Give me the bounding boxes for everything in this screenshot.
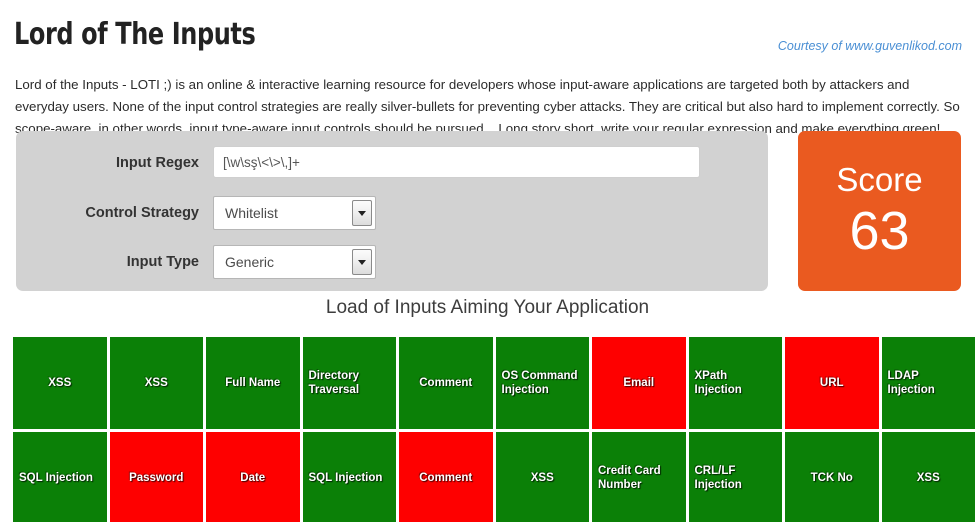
- form-row-input-type: Input Type Generic: [16, 245, 768, 279]
- input-type-value: Generic: [225, 254, 275, 270]
- courtesy-link[interactable]: Courtesy of www.guvenlikod.com: [778, 39, 962, 53]
- page-root: Lord of The Inputs Courtesy of www.guven…: [0, 0, 975, 522]
- input-result-cell[interactable]: XSS: [13, 337, 107, 429]
- input-regex-field[interactable]: [213, 146, 700, 178]
- input-result-cell[interactable]: Date: [206, 432, 300, 522]
- input-result-label: Comment: [419, 472, 473, 484]
- input-result-label: XSS: [916, 472, 940, 484]
- input-result-cell[interactable]: SQL Injection: [13, 432, 107, 522]
- input-result-cell[interactable]: URL: [785, 337, 879, 429]
- input-result-label: Comment: [419, 377, 473, 389]
- input-result-label: XPath Injection: [694, 370, 742, 396]
- input-regex-label: Input Regex: [116, 155, 199, 171]
- control-strategy-label: Control Strategy: [85, 205, 199, 221]
- input-result-label: TCK No: [810, 472, 853, 484]
- form-row-control-strategy: Control Strategy Whitelist: [16, 196, 768, 230]
- input-result-label: Date: [240, 472, 266, 484]
- control-strategy-value: Whitelist: [225, 205, 278, 221]
- input-result-label: XSS: [144, 377, 168, 389]
- input-result-cell[interactable]: SQL Injection: [302, 432, 396, 522]
- chevron-down-icon[interactable]: [352, 200, 372, 226]
- input-result-label: Password: [129, 472, 184, 484]
- input-result-label: XSS: [48, 377, 72, 389]
- input-result-cell[interactable]: LDAP Injection: [881, 337, 975, 429]
- score-value: 63: [849, 201, 910, 261]
- input-result-label: Full Name: [225, 377, 281, 389]
- score-badge: Score 63: [798, 131, 961, 291]
- input-result-cell[interactable]: Comment: [399, 337, 493, 429]
- input-result-label: Email: [623, 377, 655, 389]
- input-settings-panel: Input Regex Control Strategy Whitelist I…: [16, 131, 768, 291]
- grid-heading: Load of Inputs Aiming Your Application: [325, 297, 650, 318]
- input-result-label: OS Command Injection: [501, 370, 578, 396]
- input-result-label: CRL/LF Injection: [694, 465, 742, 491]
- input-result-label: SQL Injection: [19, 472, 93, 484]
- chevron-down-icon[interactable]: [352, 249, 372, 275]
- input-result-cell[interactable]: CRL/LF Injection: [688, 432, 782, 522]
- input-result-label: SQL Injection: [308, 472, 383, 484]
- input-result-cell[interactable]: Credit Card Number: [592, 432, 686, 522]
- input-result-label: URL: [819, 377, 844, 389]
- input-result-cell[interactable]: XPath Injection: [688, 337, 782, 429]
- input-result-label: Directory Traversal: [308, 370, 360, 396]
- input-type-label: Input Type: [126, 254, 199, 270]
- input-result-cell[interactable]: XSS: [495, 432, 589, 522]
- input-result-label: XSS: [530, 472, 554, 484]
- input-result-cell[interactable]: Password: [109, 432, 203, 522]
- input-result-cell[interactable]: Directory Traversal: [302, 337, 396, 429]
- input-result-cell[interactable]: XSS: [109, 337, 203, 429]
- input-result-cell[interactable]: XSS: [881, 432, 975, 522]
- input-result-cell[interactable]: Email: [592, 337, 686, 429]
- page-title: Lord of The Inputs: [14, 17, 256, 52]
- score-label: Score: [836, 161, 923, 198]
- form-row-regex: Input Regex: [16, 146, 768, 180]
- input-result-cell[interactable]: Full Name: [206, 337, 300, 429]
- input-result-cell[interactable]: OS Command Injection: [495, 337, 589, 429]
- input-result-label: LDAP Injection: [887, 370, 935, 396]
- input-type-select[interactable]: Generic: [213, 245, 376, 279]
- input-result-cell[interactable]: Comment: [399, 432, 493, 522]
- input-results-grid: XSS XSS Full Name Directory Traversal Commen…: [13, 337, 975, 522]
- input-result-label: Credit Card Number: [598, 465, 661, 491]
- control-strategy-select[interactable]: Whitelist: [213, 196, 376, 230]
- input-result-cell[interactable]: TCK No: [785, 432, 879, 522]
